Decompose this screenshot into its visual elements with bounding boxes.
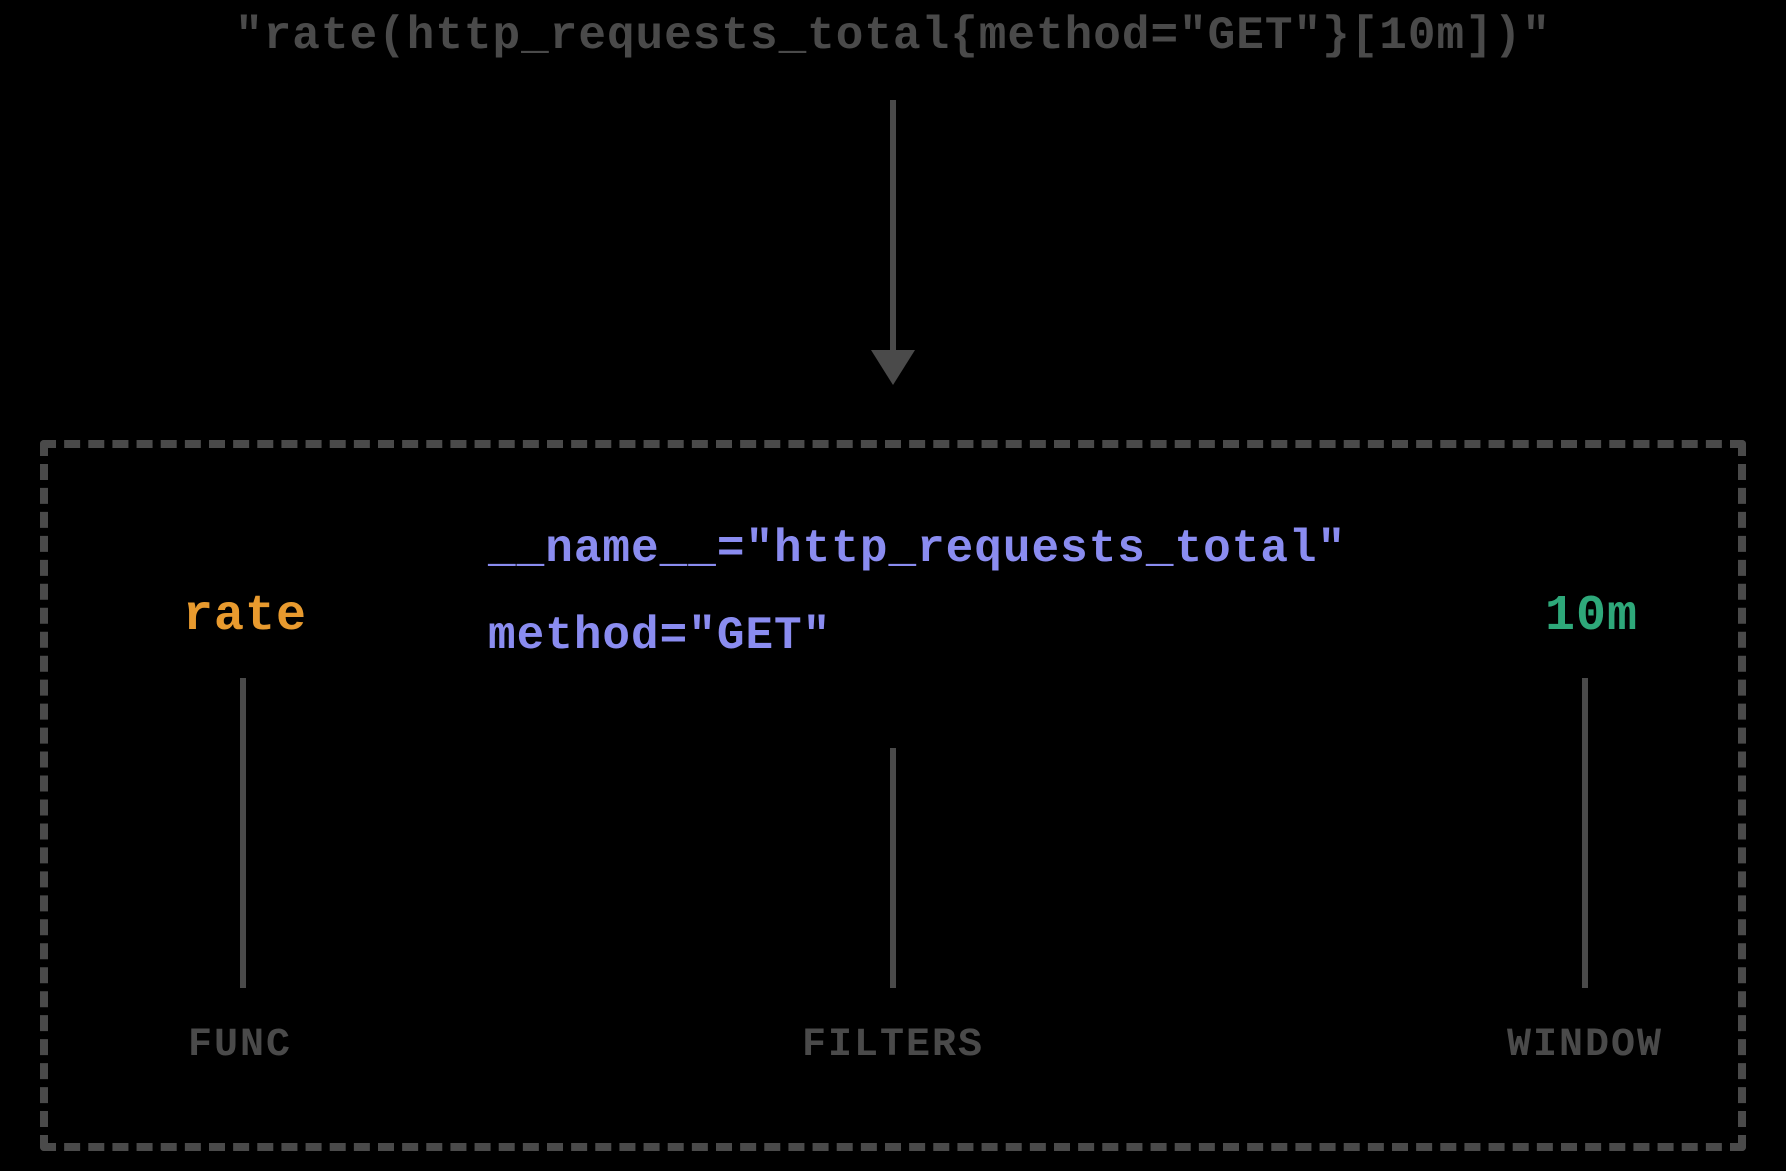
connector-line-window [1582, 678, 1588, 988]
func-label: FUNC [188, 1023, 292, 1068]
connector-line-filters [890, 748, 896, 988]
arrow-down-icon [871, 100, 915, 385]
connector-line-func [240, 678, 246, 988]
window-label: WINDOW [1507, 1023, 1663, 1068]
filters-label: FILTERS [802, 1023, 984, 1068]
filter-line: method="GET" [488, 610, 1346, 662]
filters-container: __name__="http_requests_total" method="G… [488, 523, 1346, 697]
filter-line: __name__="http_requests_total" [488, 523, 1346, 575]
func-value: rate [183, 588, 307, 645]
breakdown-box: rate __name__="http_requests_total" meth… [40, 440, 1746, 1151]
window-value: 10m [1545, 588, 1638, 645]
query-string: "rate(http_requests_total{method="GET"}[… [235, 10, 1551, 62]
